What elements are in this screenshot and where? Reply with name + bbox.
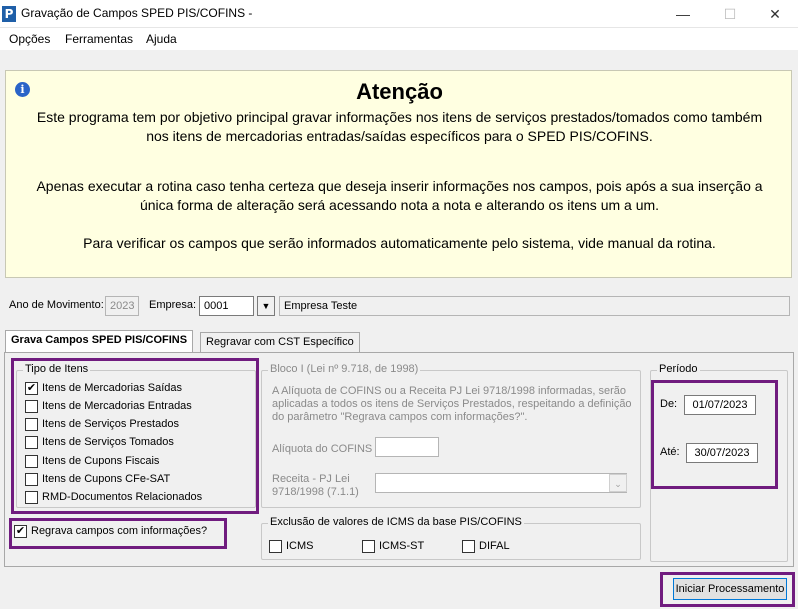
chevron-down-icon: ▼ xyxy=(261,301,271,311)
notice-line: Para verificar os campos que serão infor… xyxy=(83,235,716,251)
menu-opcoes[interactable]: Opções xyxy=(9,32,50,46)
notice-line: nos itens de mercadorias entradas/saídas… xyxy=(146,128,653,144)
notice-line: Apenas executar a rotina caso tenha cert… xyxy=(36,178,763,194)
periodo-title: Período xyxy=(657,363,700,375)
menu-bar: Opções Ferramentas Ajuda xyxy=(0,28,798,50)
empresa-name-field: Empresa Teste xyxy=(279,296,790,316)
empresa-dropdown-button[interactable]: ▼ xyxy=(257,296,275,316)
exclusao-icms-title: Exclusão de valores de ICMS da base PIS/… xyxy=(268,516,524,528)
receita-select[interactable] xyxy=(375,473,627,493)
minimize-button[interactable]: — xyxy=(660,0,706,28)
highlight-regrava xyxy=(9,518,227,549)
app-logo-icon: P xyxy=(2,6,16,22)
menu-ajuda[interactable]: Ajuda xyxy=(146,32,177,46)
highlight-tipo-itens xyxy=(11,358,259,514)
ano-movimento-label: Ano de Movimento: xyxy=(9,299,104,311)
receita-label: Receita - PJ Lei xyxy=(272,473,350,485)
notice-line: Este programa tem por objetivo principal… xyxy=(36,109,763,125)
empresa-code-field[interactable]: 0001 xyxy=(199,296,254,316)
empresa-label: Empresa: xyxy=(149,299,197,311)
bloco-i-title: Bloco I (Lei nº 9.718, de 1998) xyxy=(268,363,421,375)
title-bar: P Gravação de Campos SPED PIS/COFINS - —… xyxy=(0,0,798,28)
bloco-description: A Alíquota de COFINS ou a Receita PJ Lei… xyxy=(272,385,627,397)
highlight-periodo xyxy=(651,380,778,489)
notice-panel: i Atenção Este programa tem por objetivo… xyxy=(5,70,792,278)
bloco-description: aplicadas a todos os itens de Serviços P… xyxy=(272,398,632,410)
notice-title: Atenção xyxy=(356,79,443,104)
notice-line: única forma de alteração será acessando … xyxy=(139,197,660,213)
maximize-button[interactable]: ☐ xyxy=(707,0,753,28)
bloco-description: do parâmetro "Regrava campos com informa… xyxy=(272,411,528,423)
checkbox-icms[interactable]: ICMS xyxy=(269,539,314,555)
receita-dropdown-button[interactable]: ⌄ xyxy=(609,474,627,492)
checkbox-difal[interactable]: DIFAL xyxy=(462,539,510,555)
close-button[interactable]: ✕ xyxy=(752,0,798,28)
tab-grava-campos[interactable]: Grava Campos SPED PIS/COFINS xyxy=(5,330,194,353)
receita-label: 9718/1998 (7.1.1) xyxy=(272,486,359,498)
chevron-down-icon: ⌄ xyxy=(614,479,622,489)
window-title: Gravação de Campos SPED PIS/COFINS - xyxy=(21,6,253,20)
ano-movimento-field[interactable]: 2023 xyxy=(105,296,139,316)
aliquota-cofins-label: Alíquota do COFINS xyxy=(272,443,373,455)
menu-ferramentas[interactable]: Ferramentas xyxy=(65,32,133,46)
highlight-iniciar xyxy=(660,572,795,607)
aliquota-cofins-field[interactable] xyxy=(375,437,439,457)
tab-regravar-cst[interactable]: Regravar com CST Específico xyxy=(200,332,360,352)
checkbox-icms-st[interactable]: ICMS-ST xyxy=(362,539,424,555)
exclusao-icms-group: Exclusão de valores de ICMS da base PIS/… xyxy=(261,516,641,560)
